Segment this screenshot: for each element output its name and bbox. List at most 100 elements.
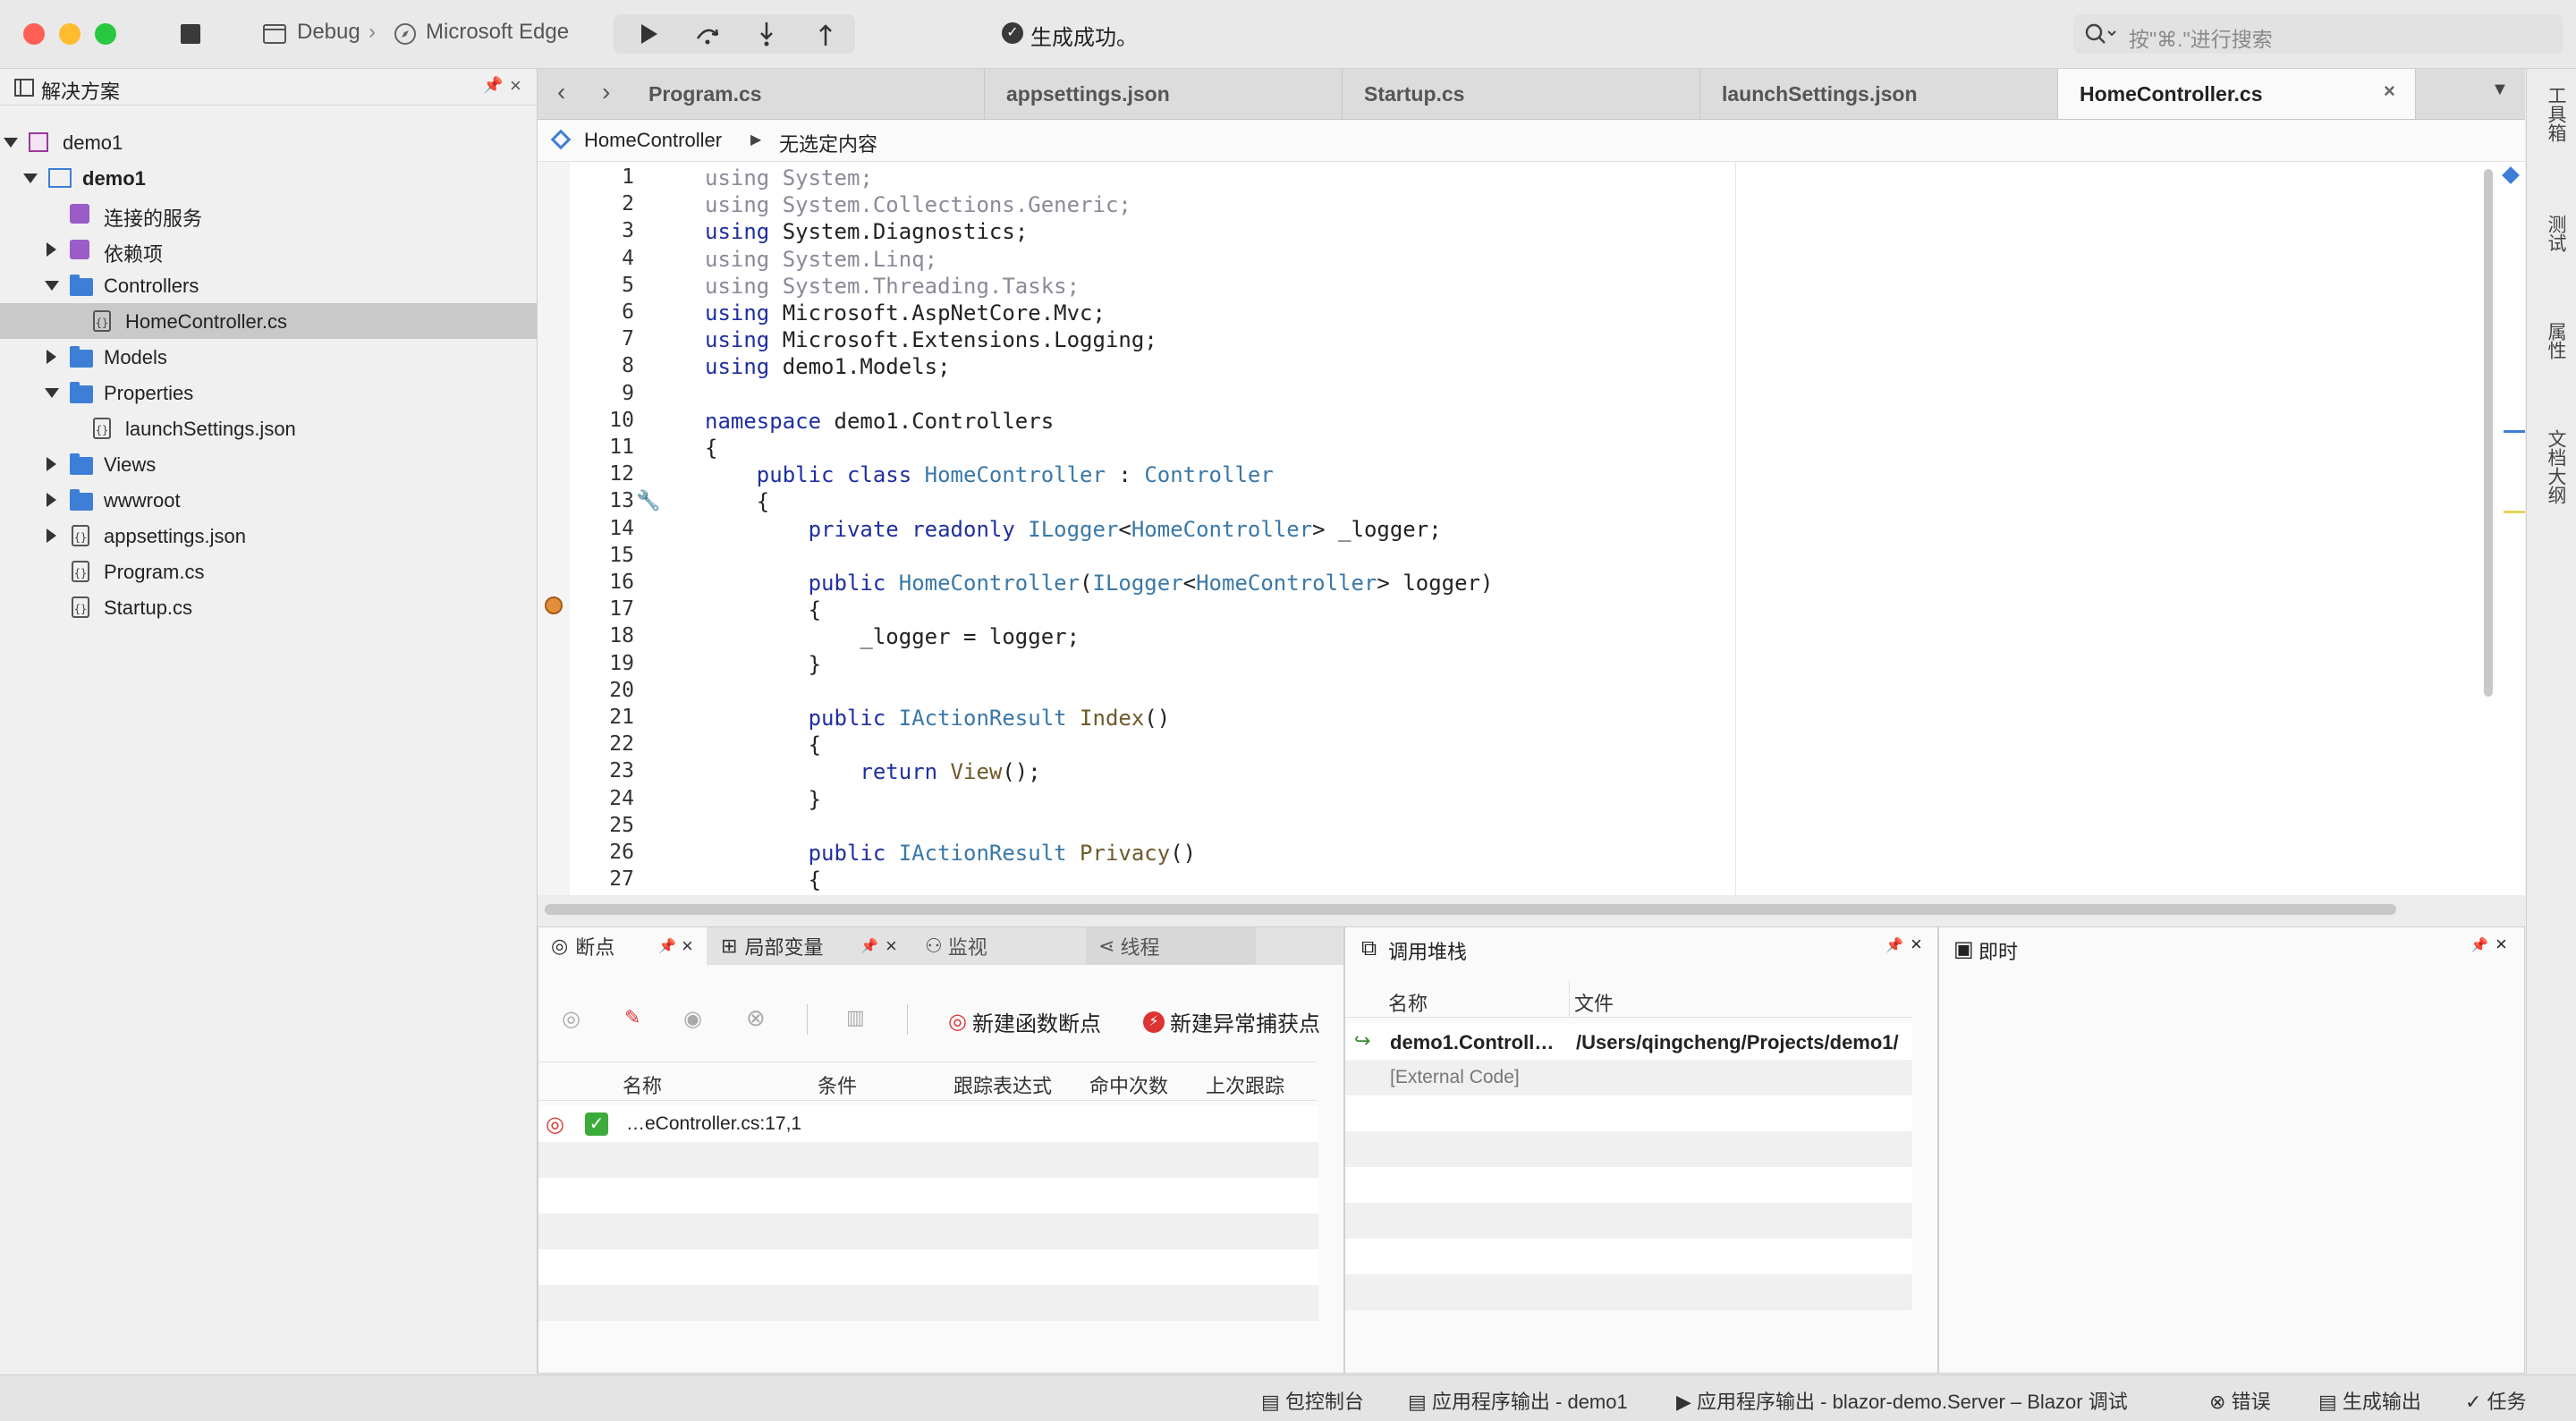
- code-line[interactable]: namespace demo1.Controllers: [705, 409, 1054, 434]
- app-output-blazor-button[interactable]: ▶ 应用程序输出 - blazor-demo.Server – Blazor 调…: [1676, 1386, 2128, 1415]
- tab-homecontroller[interactable]: HomeController.cs ×: [2058, 69, 2416, 119]
- code-line[interactable]: using System.Collections.Generic;: [705, 192, 1131, 217]
- code-line[interactable]: }: [705, 787, 821, 812]
- config-selector[interactable]: Debug: [297, 20, 360, 45]
- horizontal-scrollbar[interactable]: [545, 904, 2396, 915]
- table-row[interactable]: ◎ ✓ …eController.cs:17,1: [538, 1106, 1318, 1142]
- code-line[interactable]: using demo1.Models;: [705, 354, 951, 379]
- chevron-down-icon[interactable]: [4, 138, 18, 148]
- build-output-button[interactable]: ▤ 生成输出: [2318, 1386, 2421, 1415]
- document-outline-tab[interactable]: 文档大纲: [2538, 429, 2569, 504]
- column-condition[interactable]: 条件: [818, 1070, 857, 1099]
- step-into-button[interactable]: [751, 16, 782, 52]
- chevron-down-icon[interactable]: [45, 388, 59, 398]
- tab-program[interactable]: Program.cs: [627, 69, 985, 119]
- chevron-right-icon[interactable]: [47, 493, 56, 507]
- close-panel-icon[interactable]: ×: [1911, 933, 1922, 956]
- tree-item-properties[interactable]: Properties: [0, 375, 537, 410]
- test-tab[interactable]: 测试: [2538, 215, 2569, 252]
- tasks-button[interactable]: ✓ 任务: [2465, 1386, 2527, 1415]
- target-selector[interactable]: Microsoft Edge: [426, 20, 569, 45]
- tree-item-models[interactable]: Models: [0, 339, 537, 375]
- pin-icon[interactable]: 📌: [483, 76, 503, 95]
- tab-watch[interactable]: ⚇ 监视: [912, 927, 1082, 965]
- code-line[interactable]: _logger = logger;: [705, 624, 1080, 649]
- search-input[interactable]: 按"⌘."进行搜索: [2073, 14, 2563, 54]
- pin-icon[interactable]: 📌: [1885, 936, 1903, 954]
- code-line[interactable]: {: [705, 732, 821, 757]
- app-output-demo1-button[interactable]: ▤ 应用程序输出 - demo1: [1408, 1386, 1628, 1415]
- toolbox-tab[interactable]: 工具箱: [2538, 86, 2569, 142]
- table-row[interactable]: ↪ demo1.Controll… /Users/qingcheng/Proje…: [1345, 1024, 1912, 1060]
- new-function-breakpoint-button[interactable]: ◎ 新建函数断点: [948, 1006, 1101, 1037]
- chevron-right-icon[interactable]: [47, 457, 56, 471]
- code-line[interactable]: {: [705, 867, 821, 892]
- code-editor[interactable]: 🔧 1 2 3 4 5 6 7 8 9 10 11 12 13 14 15 16 17 18 19 20 21 22 23 2…: [538, 162, 2525, 895]
- package-console-button[interactable]: ▤ 包控制台: [1261, 1386, 1364, 1415]
- new-exception-catchpoint-button[interactable]: ⚡ 新建异常捕获点: [1143, 1006, 1320, 1037]
- remove-breakpoint-icon[interactable]: ✎: [624, 1006, 640, 1029]
- code-line[interactable]: public IActionResult Index(): [705, 706, 1171, 731]
- code-line[interactable]: public HomeController(ILogger<HomeContro…: [705, 571, 1494, 596]
- step-out-button[interactable]: [810, 16, 841, 52]
- nav-back-icon[interactable]: ‹: [557, 78, 565, 106]
- tree-item-startup[interactable]: {} Startup.cs: [0, 589, 537, 625]
- tree-item-wwwroot[interactable]: wwwroot: [0, 482, 537, 518]
- immediate-panel[interactable]: ▣ 即时 📌 ×: [1938, 926, 2525, 1374]
- minimize-window-button[interactable]: [59, 23, 80, 45]
- clear-breakpoints-icon[interactable]: ⊗: [746, 1004, 766, 1032]
- quick-fix-icon[interactable]: 🔧: [636, 489, 660, 512]
- code-line[interactable]: {: [705, 436, 717, 461]
- tab-overflow-icon[interactable]: ▼: [2491, 80, 2509, 100]
- column-trace[interactable]: 跟踪表达式: [953, 1070, 1052, 1099]
- column-hit-count[interactable]: 命中次数: [1089, 1070, 1168, 1099]
- code-line[interactable]: public IActionResult Privacy(): [705, 841, 1197, 866]
- tree-item-solution[interactable]: demo1: [0, 124, 537, 160]
- pin-icon[interactable]: 📌: [860, 937, 878, 955]
- stop-button[interactable]: [177, 16, 204, 52]
- vertical-scrollbar[interactable]: [2484, 169, 2493, 697]
- chevron-right-icon[interactable]: [47, 529, 56, 543]
- code-line[interactable]: {: [705, 489, 769, 514]
- tab-threads[interactable]: ⋖ 线程: [1086, 927, 1256, 965]
- tab-startup[interactable]: Startup.cs: [1343, 69, 1700, 119]
- breadcrumb-member[interactable]: 无选定内容: [779, 129, 877, 157]
- close-panel-icon[interactable]: ×: [2496, 933, 2507, 956]
- breadcrumb-class[interactable]: HomeController: [584, 129, 722, 152]
- close-window-button[interactable]: [23, 23, 45, 45]
- zoom-window-button[interactable]: [95, 23, 116, 45]
- enable-all-icon[interactable]: ◎: [562, 1006, 580, 1032]
- disable-all-icon[interactable]: ◉: [683, 1006, 702, 1032]
- code-line[interactable]: using Microsoft.AspNetCore.Mvc;: [705, 300, 1106, 326]
- chevron-down-icon[interactable]: [45, 281, 59, 291]
- tab-locals[interactable]: ⊞ 局部变量 📌 ×: [708, 927, 911, 965]
- close-panel-icon[interactable]: ×: [886, 935, 897, 958]
- pin-icon[interactable]: 📌: [2470, 936, 2488, 954]
- code-line[interactable]: using System.Linq;: [705, 247, 937, 272]
- code-line[interactable]: using Microsoft.Extensions.Logging;: [705, 327, 1157, 352]
- code-line[interactable]: using System;: [705, 165, 873, 190]
- code-line[interactable]: public class HomeController : Controller: [705, 462, 1274, 487]
- close-tab-icon[interactable]: ×: [2384, 80, 2395, 103]
- tab-launchsettings[interactable]: launchSettings.json: [1700, 69, 2058, 119]
- tree-item-dependencies[interactable]: 依赖项: [0, 232, 537, 267]
- tree-item-appsettings[interactable]: {} appsettings.json: [0, 518, 537, 554]
- properties-tab[interactable]: 属性: [2538, 322, 2569, 359]
- continue-button[interactable]: [633, 16, 664, 52]
- properties-icon[interactable]: ▥: [846, 1006, 865, 1029]
- code-line[interactable]: private readonly ILogger<HomeController>…: [705, 517, 1442, 542]
- enabled-checkbox[interactable]: ✓: [585, 1112, 608, 1136]
- tree-item-homecontroller[interactable]: {} HomeController.cs: [0, 303, 537, 339]
- close-panel-icon[interactable]: ×: [682, 935, 693, 958]
- tree-item-connected-services[interactable]: 连接的服务: [0, 196, 537, 232]
- column-name[interactable]: 名称: [1388, 988, 1428, 1017]
- chevron-down-icon[interactable]: [23, 173, 38, 183]
- pin-icon[interactable]: 📌: [658, 937, 676, 955]
- code-line[interactable]: return View();: [705, 759, 1040, 784]
- nav-forward-icon[interactable]: ›: [602, 78, 610, 106]
- code-line[interactable]: {: [705, 597, 821, 622]
- tree-item-launchsettings[interactable]: {} launchSettings.json: [0, 410, 537, 446]
- tab-appsettings[interactable]: appsettings.json: [985, 69, 1343, 119]
- tab-breakpoints[interactable]: ◎ 断点 📌 ×: [538, 927, 707, 965]
- tree-item-project[interactable]: demo1: [0, 160, 537, 196]
